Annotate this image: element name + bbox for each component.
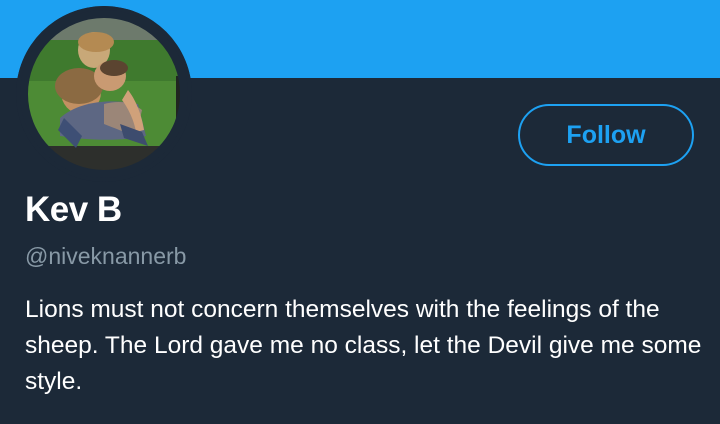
profile-bio: Lions must not concern themselves with t… [25, 296, 702, 395]
profile-card: Follow Kev B @niveknannerb Lions must no… [0, 0, 720, 424]
display-name: Kev B [25, 190, 122, 229]
avatar[interactable] [16, 6, 192, 182]
follow-button[interactable]: Follow [518, 104, 694, 166]
profile-handle: @niveknannerb [25, 243, 187, 269]
avatar-photo [16, 6, 192, 182]
